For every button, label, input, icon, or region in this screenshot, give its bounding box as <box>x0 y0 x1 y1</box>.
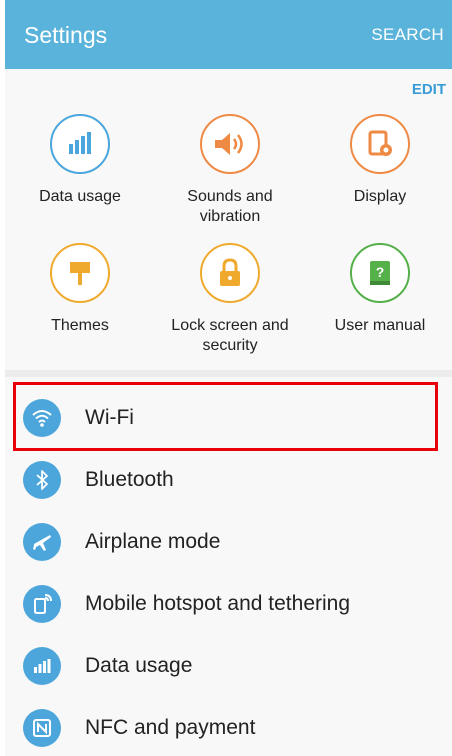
section-divider <box>5 370 452 377</box>
selection-highlight <box>13 382 438 451</box>
list-item-mobile-hotspot[interactable]: Mobile hotspot and tethering <box>5 573 452 635</box>
airplane-icon <box>23 523 61 561</box>
settings-screen: Settings SEARCH EDIT Data usage Sounds a… <box>5 0 452 756</box>
hotspot-icon <box>23 585 61 623</box>
list-item-label: Bluetooth <box>85 468 174 491</box>
tile-label: Lock screen and security <box>171 317 289 354</box>
data-usage-icon <box>50 114 110 174</box>
bluetooth-icon <box>23 461 61 499</box>
data-usage-icon <box>23 647 61 685</box>
speaker-icon <box>200 114 260 174</box>
search-button[interactable]: SEARCH <box>371 25 444 45</box>
tile-themes[interactable]: Themes <box>5 219 155 359</box>
tile-lock-screen-security[interactable]: Lock screen and security <box>155 219 305 359</box>
tile-display[interactable]: Display <box>305 69 452 219</box>
quick-settings-grid: EDIT Data usage Sounds and vibration Dis… <box>5 69 452 370</box>
tile-sounds-vibration[interactable]: Sounds and vibration <box>155 69 305 229</box>
list-item-label: Data usage <box>85 654 193 677</box>
list-item-bluetooth[interactable]: Bluetooth <box>5 449 452 511</box>
svg-text:?: ? <box>376 264 385 280</box>
tile-user-manual[interactable]: ? User manual <box>305 219 452 359</box>
tile-label: User manual <box>334 317 426 334</box>
app-bar: Settings SEARCH <box>5 0 452 69</box>
list-item-nfc-payment[interactable]: NFC and payment <box>5 697 452 756</box>
tile-label: Display <box>353 188 407 205</box>
list-item-airplane-mode[interactable]: Airplane mode <box>5 511 452 573</box>
display-settings-icon <box>350 114 410 174</box>
tile-data-usage[interactable]: Data usage <box>5 69 155 219</box>
tile-label: Themes <box>51 317 109 334</box>
page-title: Settings <box>24 22 108 48</box>
paintbrush-icon <box>50 243 110 303</box>
tile-label: Data usage <box>39 188 121 205</box>
list-item-label: Airplane mode <box>85 530 221 553</box>
list-item-label: Mobile hotspot and tethering <box>85 592 351 615</box>
lock-icon <box>200 243 260 303</box>
nfc-icon <box>23 709 61 747</box>
book-icon: ? <box>350 243 410 303</box>
list-item-data-usage[interactable]: Data usage <box>5 635 452 697</box>
list-item-label: NFC and payment <box>85 716 256 739</box>
